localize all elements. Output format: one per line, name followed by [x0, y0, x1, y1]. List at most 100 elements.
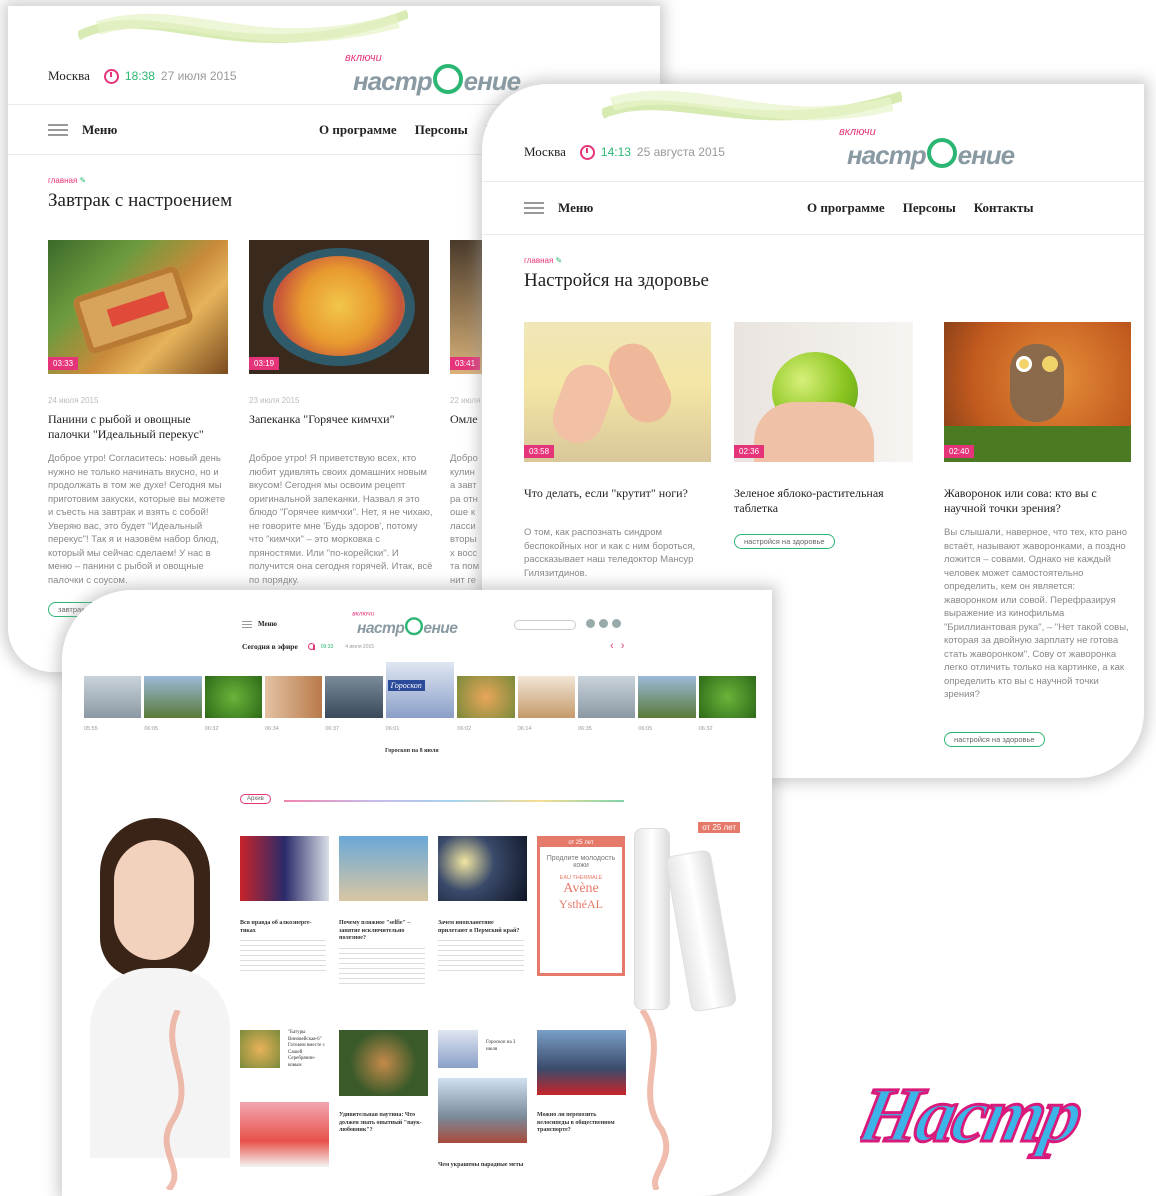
clock-icon	[307, 643, 315, 650]
ad-bottles[interactable]: от 25 лет	[630, 822, 742, 1013]
schedule-times: 05:55 06:05 06:32 06:34 06:37 06:01 06:0…	[84, 726, 713, 732]
excerpt-placeholder	[240, 940, 326, 974]
video-duration-badge: 03:33	[48, 357, 79, 370]
schedule-featured-title[interactable]: Гороскоп на 8 июля	[385, 748, 439, 756]
schedule-thumb[interactable]	[144, 676, 202, 718]
article-title[interactable]: Почему пляжное "selfie" – занятие исключ…	[339, 920, 425, 943]
archive-button[interactable]: Архив	[240, 794, 271, 804]
schedule-thumb[interactable]	[578, 676, 636, 718]
article-excerpt: О том, как распознать синдром беспокойны…	[524, 527, 696, 579]
menu-button[interactable]: Меню	[524, 200, 593, 216]
article-title[interactable]: Чем украшены парадные меты	[438, 1162, 534, 1170]
splash-decoration	[639, 1010, 670, 1190]
tag-health-button[interactable]: настройся на здоровье	[734, 534, 835, 549]
article-image-panini[interactable]: 03:33	[48, 240, 228, 374]
nav-about[interactable]: О программе	[807, 200, 885, 216]
nav-divider	[482, 234, 1144, 235]
site-logo[interactable]: включи настр ение	[839, 126, 1015, 171]
article-title[interactable]: Что делать, если "крутит" ноги?	[524, 486, 714, 501]
nav-persons[interactable]: Персоны	[903, 200, 956, 216]
schedule-thumb-featured[interactable]: Гороскоп	[385, 662, 455, 718]
article-title[interactable]: Жаворонок или сова: кто вы с научной точ…	[944, 486, 1134, 516]
nav-contacts[interactable]: Контакты	[974, 200, 1034, 216]
article-thumb[interactable]	[438, 1078, 527, 1143]
nav-about[interactable]: О программе	[319, 122, 397, 138]
hamburger-icon	[524, 207, 544, 209]
video-duration-badge: 03:19	[249, 357, 280, 370]
twitter-icon[interactable]	[599, 619, 608, 628]
article-thumb[interactable]	[240, 1030, 280, 1068]
brand-corner-logo: Настр	[860, 1070, 1090, 1160]
article-title[interactable]: "Батуры Виновейская-6" Готовим вместе с …	[288, 1030, 328, 1069]
video-duration-badge: 03:41	[450, 357, 481, 370]
excerpt-placeholder	[438, 940, 524, 974]
article-title[interactable]: Горoскоп на 3 июля	[486, 1040, 526, 1053]
video-duration-badge: 02:40	[944, 445, 975, 458]
menu-button[interactable]: Меню	[48, 122, 117, 138]
menu-button[interactable]: Меню	[242, 620, 277, 628]
header-location-time: Москва 18:38 27 июля 2015	[48, 68, 237, 84]
vk-icon[interactable]	[612, 619, 621, 628]
article-image-owl[interactable]: 02:40	[944, 322, 1131, 462]
page-title: Настройся на здоровье	[524, 270, 709, 291]
article-image-feet[interactable]: 03:58	[524, 322, 711, 462]
breadcrumb[interactable]: главная	[48, 176, 86, 185]
article-title[interactable]: Запеканка "Горячее кимчхи"	[249, 412, 434, 427]
top-nav: О программе Персоны Ко	[319, 122, 501, 138]
video-duration-badge: 02:36	[734, 445, 765, 458]
article-date: 24 июля 2015	[48, 396, 99, 405]
header-divider	[482, 181, 1144, 182]
article-title[interactable]: Удивительная паутина: Что должен знать о…	[339, 1112, 425, 1135]
article-date: 23 июля 2015	[249, 396, 300, 405]
social-icons	[586, 619, 621, 628]
article-thumb[interactable]	[438, 836, 527, 901]
clock-icon	[579, 144, 595, 160]
header-location-time: Москва 14:13 25 августа 2015	[524, 144, 725, 160]
article-title[interactable]: Вся правда об алкоэнерге-тиках	[240, 920, 326, 935]
article-title[interactable]: Можно ли перевозить велосипеды в обществ…	[537, 1112, 623, 1135]
schedule-thumb[interactable]	[457, 676, 515, 718]
on-air-date: 4 июля 2015	[345, 643, 375, 650]
article-thumb[interactable]	[339, 1030, 428, 1096]
article-thumb[interactable]	[537, 1030, 626, 1095]
site-logo[interactable]: включи настр ение	[352, 610, 458, 637]
schedule-thumb[interactable]	[84, 676, 142, 718]
article-thumb[interactable]	[240, 836, 329, 901]
schedule-thumb[interactable]	[204, 676, 262, 718]
article-thumb[interactable]	[438, 1030, 478, 1068]
site-logo[interactable]: включи настр ение	[345, 52, 521, 97]
article-title[interactable]: Панини с рыбой и овощные палочки "Идеаль…	[48, 412, 233, 442]
hamburger-icon	[242, 623, 252, 625]
current-time: 18:38	[124, 69, 155, 83]
tag-health-button[interactable]: настройся на здоровье	[944, 732, 1045, 747]
article-title[interactable]: Зеленое яблоко-растительная таблетка	[734, 486, 924, 516]
article-excerpt: Добро кулина завтра отноше класси вторых…	[450, 453, 480, 590]
screenshot-card-homepage: Меню включи настр ение Сегодня в эфире 09…	[62, 590, 772, 1196]
on-air-bar: Сегодня в эфире 09:33 4 июля 2015	[242, 642, 374, 651]
chevron-right-icon[interactable]: ›	[621, 640, 625, 652]
schedule-thumb[interactable]	[264, 676, 323, 718]
article-title[interactable]: Зачем инопланетяне прилетают в Пермский …	[438, 920, 524, 935]
article-image-apple[interactable]: 02:36	[734, 322, 913, 462]
facebook-icon[interactable]	[586, 619, 595, 628]
search-input[interactable]	[514, 620, 576, 630]
ad-age-badge: от 25 лет	[540, 839, 622, 847]
schedule-thumb[interactable]	[517, 676, 576, 718]
nav-persons[interactable]: Персоны	[415, 122, 468, 138]
ad-product-box[interactable]: от 25 лет Продлите молодость кожи EAU TH…	[537, 836, 625, 976]
city-label: Москва	[524, 144, 566, 159]
article-thumb[interactable]	[339, 836, 428, 901]
video-duration-badge: 03:58	[524, 445, 555, 458]
schedule-thumb[interactable]	[638, 676, 696, 718]
schedule-thumb[interactable]	[325, 676, 383, 718]
chevron-left-icon[interactable]: ‹	[610, 640, 614, 652]
article-image-casserole[interactable]: 03:19	[249, 240, 429, 374]
city-label: Москва	[48, 68, 90, 83]
on-air-label: Сегодня в эфире	[242, 642, 298, 651]
schedule-thumb[interactable]	[698, 676, 757, 718]
logo-o-icon	[404, 617, 423, 636]
breadcrumb[interactable]: главная	[524, 256, 562, 265]
clock-icon	[103, 68, 119, 84]
article-date: 22 июля	[450, 396, 481, 405]
article-thumb[interactable]	[240, 1102, 329, 1167]
